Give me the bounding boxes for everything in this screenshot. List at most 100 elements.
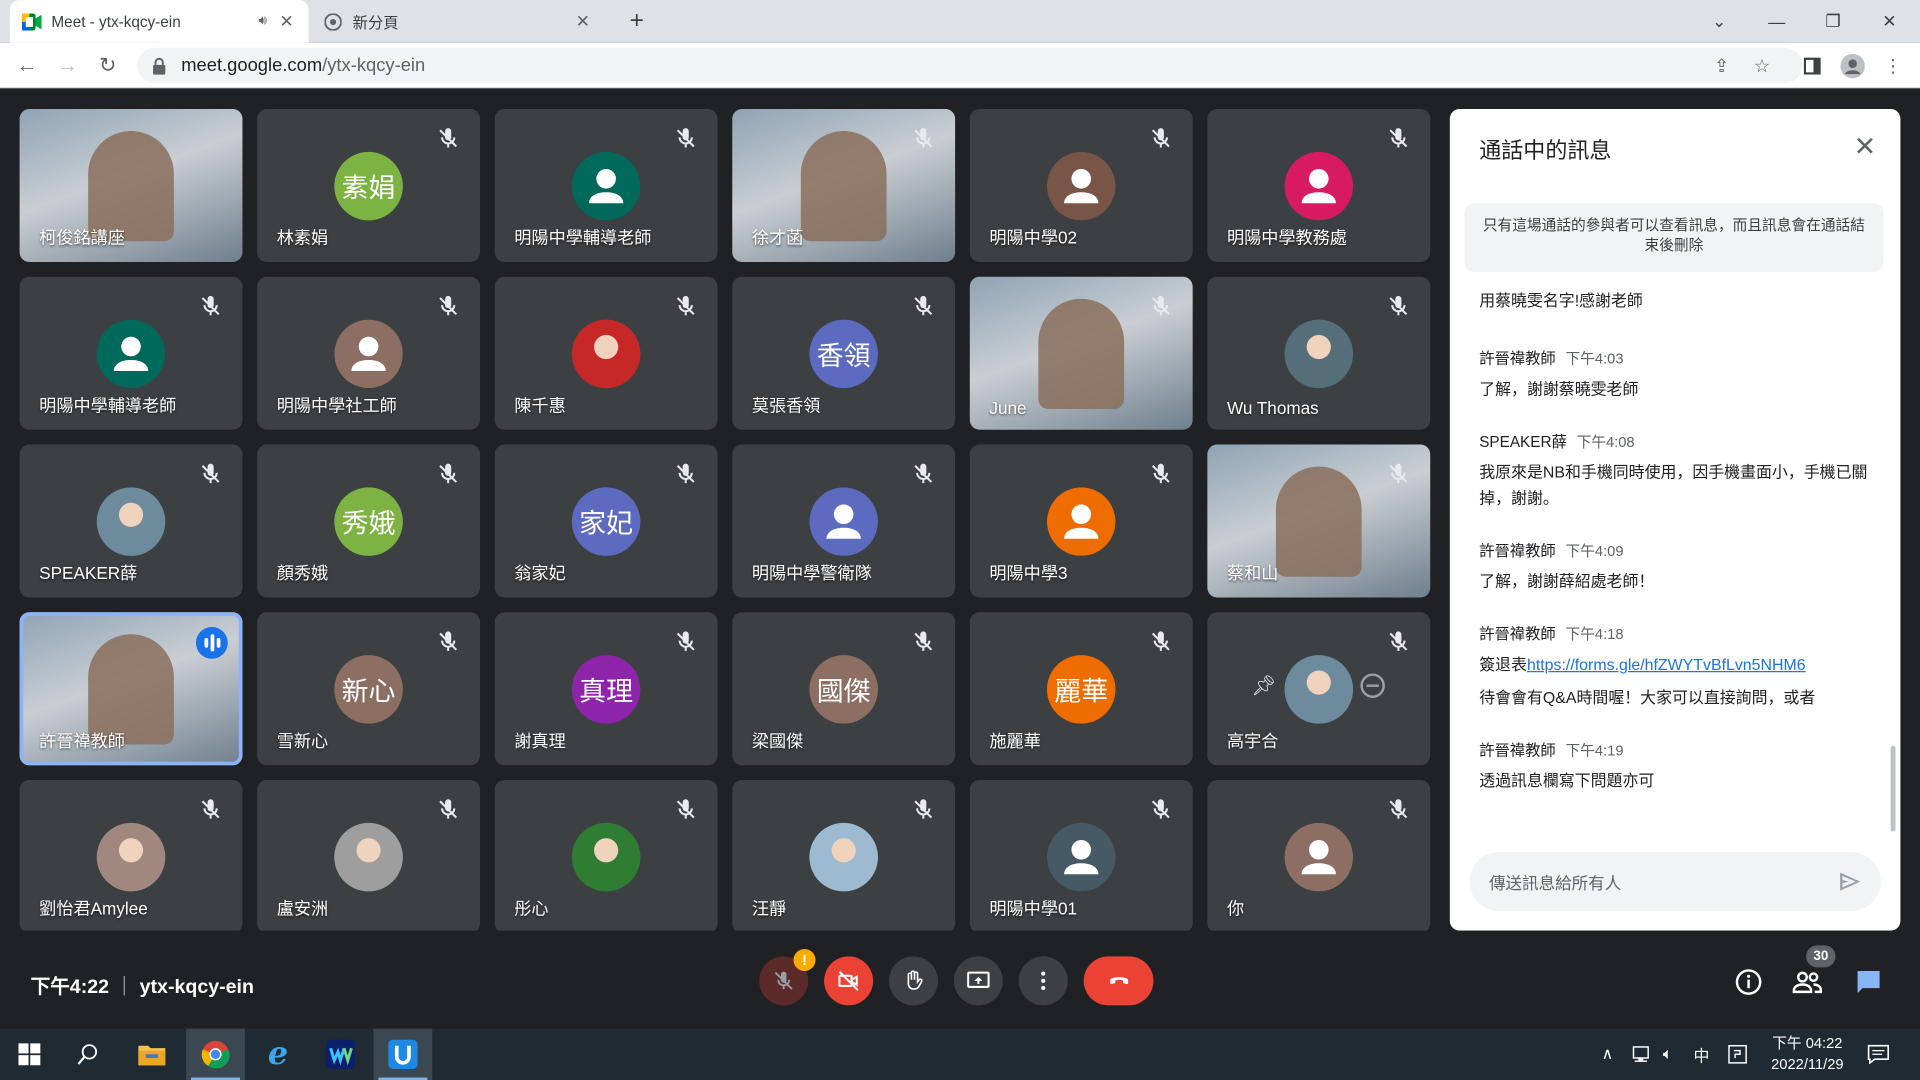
participant-tile[interactable]: 香領 莫張香領	[732, 276, 956, 430]
chat-icon[interactable]	[1851, 965, 1885, 999]
participant-tile[interactable]: 國傑 梁國傑	[732, 612, 956, 766]
show-hidden-icons[interactable]: ∧	[1602, 1029, 1614, 1080]
participant-tile[interactable]: June	[969, 276, 1193, 430]
pin-icon[interactable]: 📌︎	[1251, 673, 1276, 697]
meeting-details-icon[interactable]	[1731, 965, 1765, 999]
chat-scrollbar[interactable]	[1890, 745, 1896, 832]
participant-tile[interactable]: 📌︎ 高宇合	[1207, 612, 1431, 766]
close-chat-icon[interactable]: ✕	[1851, 131, 1878, 162]
mic-off-icon	[1386, 462, 1410, 486]
maximize-button[interactable]: ❐	[1805, 0, 1861, 43]
chrome-taskbar-icon[interactable]	[186, 1028, 245, 1080]
tab-new[interactable]: 新分頁 ✕	[311, 0, 605, 43]
new-tab-button[interactable]: +	[622, 7, 651, 36]
present-screen-icon	[967, 971, 990, 988]
close-tab-icon[interactable]: ✕	[277, 11, 297, 32]
share-icon[interactable]: ⇪	[1706, 50, 1738, 82]
send-icon[interactable]	[1837, 868, 1864, 895]
participant-tile[interactable]: 家妃 翁家妃	[494, 444, 718, 598]
taskbar-clock[interactable]: 下午 04:22 2022/11/29	[1763, 1033, 1851, 1075]
notifications-icon[interactable]	[1867, 1029, 1889, 1080]
clock-date: 2022/11/29	[1771, 1055, 1844, 1073]
participant-tile[interactable]: 盧安洲	[257, 780, 481, 934]
file-explorer-icon[interactable]	[122, 1029, 181, 1080]
participant-tile[interactable]: 明陽中學3	[969, 444, 1193, 598]
microphone-button[interactable]: !	[759, 948, 816, 1006]
meeting-time: 下午4:22	[30, 977, 110, 998]
app-u-icon[interactable]	[373, 1028, 433, 1080]
minimize-button[interactable]: —	[1749, 0, 1805, 43]
chat-title: 通話中的訊息	[1479, 138, 1612, 163]
windows-start-icon[interactable]	[0, 1029, 59, 1080]
participant-tile[interactable]: 新心 雪新心	[257, 612, 481, 766]
more-options-button[interactable]	[1018, 956, 1068, 1006]
hand-icon	[907, 970, 923, 990]
ime-indicator[interactable]: 中	[1693, 1029, 1709, 1080]
profile-avatar-icon[interactable]	[1837, 50, 1869, 82]
reload-button[interactable]: ↻	[92, 50, 124, 82]
participant-tile[interactable]: 徐才菡	[732, 108, 956, 263]
chat-input[interactable]: 傳送訊息給所有人	[1469, 852, 1881, 912]
signout-form-link[interactable]: https://forms.gle/hfZWYTvBfLvn5NHM6	[1527, 655, 1806, 673]
participant-tile[interactable]: 明陽中學01	[969, 780, 1193, 934]
mic-off-icon	[1149, 126, 1173, 150]
participant-tile[interactable]: SPEAKER薛	[19, 444, 243, 598]
participant-tile[interactable]: 明陽中學02	[969, 108, 1193, 263]
close-window-button[interactable]: ✕	[1861, 0, 1917, 43]
participant-tile[interactable]: 彤心	[494, 780, 718, 934]
participant-tile[interactable]: 明陽中學警衛隊	[732, 444, 956, 598]
participant-tile[interactable]: 劉怡君Amylee	[19, 780, 243, 934]
participant-tile[interactable]: 秀娥 顏秀娥	[257, 444, 481, 598]
people-icon[interactable]	[1790, 965, 1824, 999]
person-avatar-icon	[571, 151, 641, 221]
raise-hand-button[interactable]	[888, 956, 938, 1006]
remove-icon[interactable]	[1360, 673, 1385, 698]
lock-icon[interactable]	[152, 57, 167, 75]
participant-tile[interactable]: 明陽中學社工師	[257, 276, 481, 430]
url-field[interactable]: meet.google.com/ytx-kqcy-ein	[137, 47, 1803, 84]
participant-tile[interactable]: 麗華 施麗華	[969, 612, 1193, 766]
participant-tile[interactable]: 素娟 林素娟	[257, 108, 481, 263]
participant-tile[interactable]: 柯俊銘講座	[19, 108, 243, 263]
participant-tile[interactable]: 汪靜	[732, 780, 956, 934]
participant-tile[interactable]: 明陽中學輔導老師	[19, 276, 243, 430]
tab-search-icon[interactable]: ⌄	[1691, 0, 1747, 43]
leave-call-button[interactable]	[1083, 956, 1154, 1006]
chat-message-text: 了解，謝謝蔡曉雯老師	[1479, 379, 1639, 398]
chat-notice: 只有這場通話的參與者可以查看訊息，而且訊息會在通話結束後刪除	[1464, 203, 1884, 272]
back-button[interactable]: ←	[11, 50, 43, 82]
bookmark-star-icon[interactable]: ☆	[1746, 50, 1778, 82]
participant-tile[interactable]: 你	[1207, 780, 1431, 934]
chat-sender: 許晉禕教師	[1479, 625, 1556, 643]
participant-tile[interactable]: 許晉禕教師	[19, 612, 243, 766]
participant-tile[interactable]: 陳千惠	[494, 276, 718, 430]
browser-menu-icon[interactable]: ⋮	[1877, 50, 1909, 82]
participant-tile[interactable]: Wu Thomas	[1207, 276, 1431, 430]
camera-button[interactable]	[824, 956, 874, 1006]
webex-icon[interactable]	[311, 1029, 370, 1080]
tab-meet[interactable]: Meet - ytx-kqcy-ein 🔊︎ ✕	[9, 0, 309, 43]
volume-icon[interactable]: 🔈︎	[1663, 1029, 1673, 1080]
network-icon[interactable]	[1632, 1029, 1654, 1080]
mic-off-icon	[1149, 462, 1173, 486]
browser-tab-bar: Meet - ytx-kqcy-ein 🔊︎ ✕ 新分頁 ✕ + ⌄ — ❐ ✕	[0, 0, 1920, 43]
forward-button[interactable]: →	[51, 50, 83, 82]
participant-tile[interactable]: 真理 謝真理	[494, 612, 718, 766]
divider	[123, 975, 125, 996]
participant-tile[interactable]: 蔡和山	[1207, 444, 1431, 598]
search-icon[interactable]	[59, 1029, 118, 1080]
chat-time: 下午4:09	[1565, 542, 1624, 560]
participant-tile[interactable]: 明陽中學教務處	[1207, 108, 1431, 263]
ime-mode-icon[interactable]	[1728, 1029, 1748, 1080]
mic-off-icon	[911, 294, 935, 318]
close-tab-icon[interactable]: ✕	[573, 11, 593, 32]
chrome-favicon-icon	[323, 12, 343, 32]
participant-tile[interactable]: 明陽中學輔導老師	[494, 108, 718, 263]
internet-explorer-icon[interactable]: e	[249, 1029, 308, 1080]
url-path: /ytx-kqcy-ein	[322, 55, 426, 76]
speaker-icon[interactable]: 🔊︎	[258, 13, 266, 29]
present-button[interactable]	[953, 956, 1003, 1006]
side-panel-icon[interactable]	[1796, 50, 1828, 82]
mic-off-icon	[911, 797, 935, 821]
mic-off-icon	[673, 126, 697, 150]
